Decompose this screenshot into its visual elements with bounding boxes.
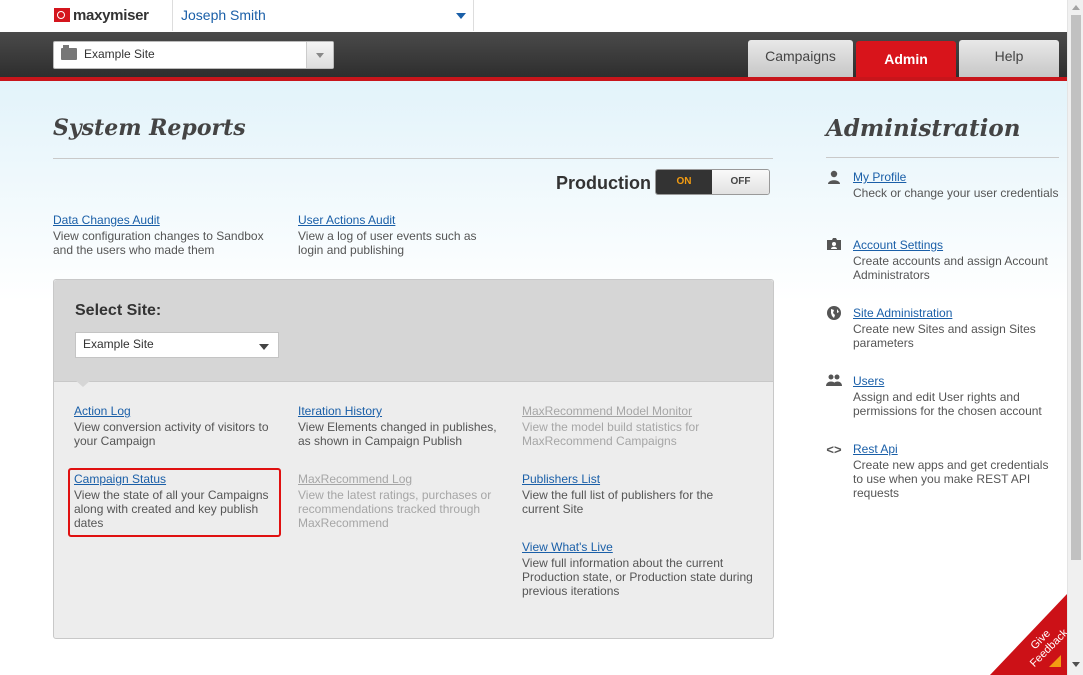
action-log-link[interactable]: Action Log (74, 404, 274, 418)
report-site-value: Example Site (83, 337, 154, 351)
users-link[interactable]: Users (853, 374, 1061, 388)
logo-mark-icon (54, 8, 70, 22)
admin-item-description: Assign and edit User rights and permissi… (853, 390, 1042, 418)
maxrecommend-log-link: MaxRecommend Log (298, 472, 413, 486)
report-description: View full information about the current … (522, 556, 753, 598)
globe-icon (826, 306, 842, 322)
divider (53, 158, 773, 159)
admin-item-users: Users Assign and edit User rights and pe… (826, 374, 1061, 418)
report-description: View the model build statistics for MaxR… (522, 420, 700, 448)
account-settings-icon (826, 238, 842, 254)
scroll-thumb[interactable] (1071, 15, 1081, 560)
publishers-list-link[interactable]: Publishers List (522, 472, 722, 486)
admin-item-site-administration: Site Administration Create new Sites and… (826, 306, 1061, 350)
report-description: View conversion activity of visitors to … (74, 420, 269, 448)
report-data-changes-audit: Data Changes Audit View configuration ch… (53, 213, 273, 257)
maxymiser-logo[interactable]: maxymiser (54, 6, 149, 24)
site-reports-panel: Select Site: Example Site Action Log Vie… (53, 279, 774, 639)
chevron-down-icon (259, 344, 269, 350)
campaign-status-highlight (68, 468, 281, 537)
give-feedback-button[interactable]: Give Feedback (990, 594, 1067, 675)
top-bar: maxymiser Joseph Smith (0, 0, 1067, 33)
iteration-history-link[interactable]: Iteration History (298, 404, 503, 418)
tab-admin[interactable]: Admin (856, 41, 956, 77)
select-site-header: Select Site: Example Site (54, 280, 773, 382)
site-administration-link[interactable]: Site Administration (853, 306, 1061, 320)
logo-text: maxymiser (73, 6, 149, 24)
report-iteration-history: Iteration History View Elements changed … (298, 404, 503, 448)
rest-api-link[interactable]: Rest Api (853, 442, 1061, 456)
account-settings-link[interactable]: Account Settings (853, 238, 1061, 252)
report-site-dropdown[interactable]: Example Site (75, 332, 279, 358)
scroll-up-arrow-icon[interactable] (1072, 5, 1080, 10)
site-selector-dropdown-button[interactable] (306, 42, 333, 68)
code-icon: <> (826, 442, 842, 457)
system-reports-title: System Reports (53, 115, 246, 141)
report-user-actions-audit: User Actions Audit View a log of user ev… (298, 213, 488, 257)
chevron-down-icon (456, 13, 466, 19)
scroll-down-arrow-icon[interactable] (1072, 662, 1080, 667)
tab-campaigns[interactable]: Campaigns (748, 40, 853, 77)
toggle-on-button[interactable]: ON (656, 170, 712, 194)
admin-item-my-profile: My Profile Check or change your user cre… (826, 170, 1061, 200)
administration-title: Administration (826, 115, 1021, 142)
report-maxrecommend-log: MaxRecommend Log View the latest ratings… (298, 472, 503, 530)
maxrecommend-model-monitor-link: MaxRecommend Model Monitor (522, 404, 693, 418)
production-toggle[interactable]: ON OFF (655, 169, 770, 195)
users-icon (826, 374, 842, 390)
site-selector[interactable]: Example Site (53, 41, 334, 69)
user-icon (826, 170, 842, 186)
admin-item-account-settings: Account Settings Create accounts and ass… (826, 238, 1061, 282)
report-description: View Elements changed in publishes, as s… (298, 420, 497, 448)
user-actions-audit-link[interactable]: User Actions Audit (298, 213, 488, 227)
admin-item-description: Create new Sites and assign Sites parame… (853, 322, 1036, 350)
tab-help[interactable]: Help (959, 40, 1059, 77)
report-maxrecommend-model-monitor: MaxRecommend Model Monitor View the mode… (522, 404, 722, 448)
report-description: View the latest ratings, purchases or re… (298, 488, 492, 530)
admin-item-description: Create new apps and get credentials to u… (853, 458, 1049, 500)
report-description: View the full list of publishers for the… (522, 488, 714, 516)
vertical-scrollbar[interactable] (1067, 0, 1083, 675)
select-site-label: Select Site: (75, 302, 162, 319)
divider (826, 157, 1059, 158)
report-description: View a log of user events such as login … (298, 229, 477, 257)
admin-item-rest-api: <> Rest Api Create new apps and get cred… (826, 442, 1061, 500)
report-publishers-list: Publishers List View the full list of pu… (522, 472, 722, 516)
report-view-whats-live: View What's Live View full information a… (522, 540, 762, 598)
user-name: Joseph Smith (181, 7, 266, 23)
data-changes-audit-link[interactable]: Data Changes Audit (53, 213, 273, 227)
site-selector-value: Example Site (84, 47, 155, 61)
production-label: Production (556, 173, 651, 193)
user-dropdown[interactable]: Joseph Smith (172, 0, 474, 31)
admin-item-description: Create accounts and assign Account Admin… (853, 254, 1048, 282)
folder-icon (61, 45, 77, 60)
view-whats-live-link[interactable]: View What's Live (522, 540, 762, 554)
toggle-off-button[interactable]: OFF (712, 170, 769, 194)
report-action-log: Action Log View conversion activity of v… (74, 404, 274, 448)
main-nav-bar: Example Site Campaigns Admin Help (0, 32, 1067, 81)
report-description: View configuration changes to Sandbox an… (53, 229, 264, 257)
panel-notch (75, 380, 91, 387)
admin-item-description: Check or change your user credentials (853, 186, 1059, 200)
my-profile-link[interactable]: My Profile (853, 170, 1061, 184)
feedback-corner-icon (1049, 655, 1061, 667)
